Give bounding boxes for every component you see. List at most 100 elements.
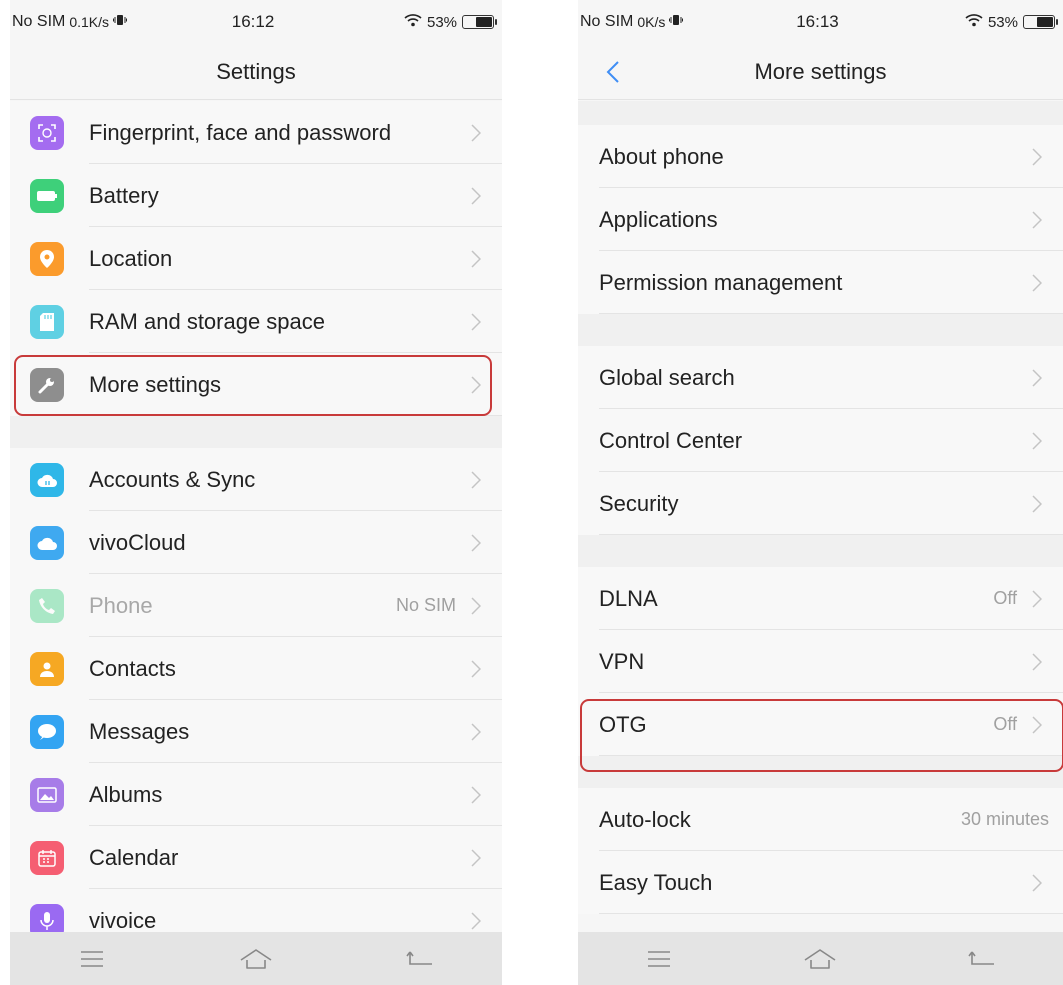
message-icon: [30, 714, 64, 749]
chevron-right-icon: [1025, 873, 1049, 892]
battery-status-icon: [1022, 15, 1058, 29]
row-label: Phone: [89, 592, 153, 618]
settings-row-control-center[interactable]: Control Center: [578, 409, 1063, 472]
chevron-right-icon: [464, 186, 488, 205]
chevron-left-icon: [606, 61, 619, 83]
network-speed: 0K/s: [637, 14, 666, 30]
settings-row-calendar[interactable]: Calendar: [10, 826, 502, 889]
settings-row-otg[interactable]: OTG Off: [578, 693, 1063, 756]
row-label: Location: [89, 245, 173, 271]
chevron-right-icon: [464, 470, 488, 489]
settings-row-messages[interactable]: Messages: [10, 700, 502, 763]
settings-row-dlna[interactable]: DLNA Off: [578, 567, 1063, 630]
home-nav-button[interactable]: [216, 939, 296, 979]
back-nav-button[interactable]: [380, 939, 460, 979]
chevron-right-icon: [464, 249, 488, 268]
back-nav-button[interactable]: [942, 939, 1022, 979]
chevron-right-icon: [464, 123, 488, 142]
back-button[interactable]: [598, 57, 628, 87]
settings-row-vpn[interactable]: VPN: [578, 630, 1063, 693]
settings-row-easy-touch[interactable]: Easy Touch: [578, 851, 1063, 914]
settings-row-location[interactable]: Location: [10, 227, 502, 290]
chevron-right-icon: [1025, 494, 1049, 513]
sd-card-icon: [30, 304, 64, 339]
row-label: Messages: [89, 718, 190, 744]
settings-row-battery[interactable]: Battery: [10, 164, 502, 227]
section-gap: [10, 416, 502, 448]
chevron-right-icon: [1025, 147, 1049, 166]
row-divider: [599, 755, 1063, 756]
home-nav-button[interactable]: [780, 939, 860, 979]
vibrate-icon: [669, 13, 684, 31]
settings-row-more-settings[interactable]: More settings: [10, 353, 502, 416]
settings-row-phone[interactable]: Phone No SIM: [10, 574, 502, 637]
carrier-text: No SIM: [580, 13, 634, 30]
row-label: Accounts & Sync: [89, 466, 256, 492]
chevron-right-icon: [464, 375, 488, 394]
row-divider: [599, 913, 1063, 914]
status-bar: No SIM 0.1K/s 16:12 53%: [10, 0, 502, 44]
settings-row-vivocloud[interactable]: vivoCloud: [10, 511, 502, 574]
settings-row-accounts-sync[interactable]: Accounts & Sync: [10, 448, 502, 511]
chevron-right-icon: [1025, 210, 1049, 229]
home-icon: [240, 948, 272, 969]
row-value: Off: [993, 714, 1017, 734]
battery-status-icon: [462, 15, 498, 29]
row-label: Battery: [89, 182, 159, 208]
chevron-right-icon: [464, 722, 488, 741]
row-label: OTG: [599, 711, 647, 737]
section-gap: [578, 535, 1063, 567]
settings-row-security[interactable]: Security: [578, 472, 1063, 535]
chevron-right-icon: [464, 911, 488, 930]
navigation-bar: [10, 932, 502, 985]
row-value: Off: [993, 588, 1017, 608]
settings-row-applications[interactable]: Applications: [578, 188, 1063, 251]
settings-row-global-search[interactable]: Global search: [578, 346, 1063, 409]
row-label: Control Center: [599, 427, 743, 453]
chevron-right-icon: [464, 659, 488, 678]
wrench-icon: [30, 367, 64, 402]
contact-icon: [30, 651, 64, 686]
row-label: More settings: [89, 371, 222, 397]
network-speed: 0.1K/s: [69, 14, 110, 30]
menu-icon: [647, 950, 670, 967]
row-value: 30 minutes: [960, 809, 1049, 829]
back-arrow-icon: [406, 951, 432, 965]
navigation-bar: [578, 932, 1063, 985]
row-label: DLNA: [599, 585, 658, 611]
row-label: VPN: [599, 648, 645, 674]
chevron-right-icon: [1025, 589, 1049, 608]
row-label: Calendar: [89, 844, 179, 870]
row-label: RAM and storage space: [89, 308, 326, 334]
settings-row-albums[interactable]: Albums: [10, 763, 502, 826]
settings-row-permission-management[interactable]: Permission management: [578, 251, 1063, 314]
wifi-icon: [965, 13, 983, 31]
phone-icon: [30, 588, 64, 623]
row-label: Easy Touch: [599, 869, 713, 895]
settings-row-about-phone[interactable]: About phone: [578, 125, 1063, 188]
cloud-sync-icon: [30, 462, 64, 497]
chevron-right-icon: [1025, 431, 1049, 450]
image-icon: [30, 777, 64, 812]
chevron-right-icon: [464, 312, 488, 331]
vibrate-icon: [113, 13, 128, 31]
clock: 16:12: [231, 12, 275, 31]
settings-row-ram-and-storage-space[interactable]: RAM and storage space: [10, 290, 502, 353]
menu-nav-button[interactable]: [52, 939, 132, 979]
chevron-right-icon: [464, 596, 488, 615]
menu-nav-button[interactable]: [619, 939, 699, 979]
chevron-right-icon: [1025, 368, 1049, 387]
row-label: vivoice: [89, 907, 157, 933]
chevron-right-icon: [1025, 715, 1049, 734]
row-label: Fingerprint, face and password: [89, 119, 392, 145]
chevron-right-icon: [1025, 652, 1049, 671]
row-label: vivoCloud: [89, 529, 186, 555]
settings-row-auto-lock[interactable]: Auto-lock 30 minutes: [578, 788, 1063, 851]
home-icon: [805, 948, 836, 969]
row-label: Applications: [599, 206, 718, 232]
fingerprint-icon: [30, 115, 64, 150]
settings-row-fingerprint-face-and-password[interactable]: Fingerprint, face and password: [10, 101, 502, 164]
settings-row-contacts[interactable]: Contacts: [10, 637, 502, 700]
row-label: Auto-lock: [599, 806, 691, 832]
row-label: Contacts: [89, 655, 176, 681]
